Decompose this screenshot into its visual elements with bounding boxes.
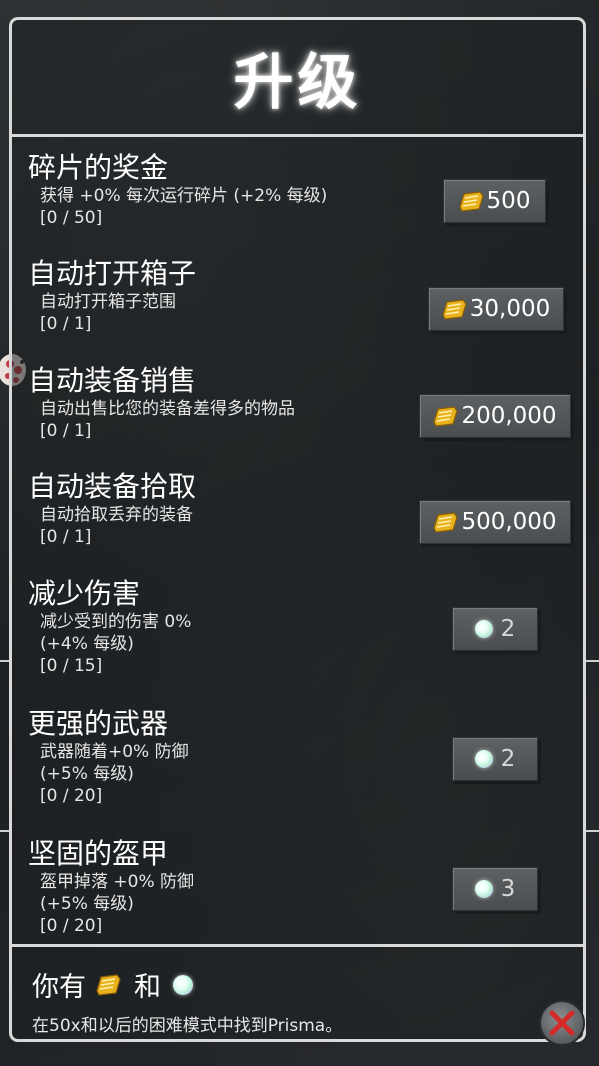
upgrade-cost: 500: [486, 188, 531, 214]
side-line-left-2: [0, 830, 9, 832]
upgrade-title: 自动打开箱子: [28, 257, 197, 290]
upgrade-cost: 2: [500, 746, 516, 772]
buy-upgrade-button[interactable]: 2: [452, 607, 538, 651]
buy-upgrade-button[interactable]: 500: [443, 179, 546, 223]
close-x-icon: [549, 1010, 575, 1036]
upgrade-title: 自动装备拾取: [28, 470, 197, 503]
shard-coin-icon: [458, 191, 484, 212]
prisma-gem-icon: [173, 974, 193, 995]
upgrade-cost: 200,000: [461, 403, 557, 429]
buy-upgrade-button[interactable]: 3: [452, 867, 538, 911]
prisma-gem-icon: [474, 880, 493, 898]
side-line-left-1: [0, 660, 9, 662]
buy-upgrade-button[interactable]: 30,000: [428, 287, 564, 331]
upgrade-panel: 升级 碎片的奖金 获得 +0% 每次运行碎片 (+2% 每级) [0 / 50] 50…: [9, 17, 586, 1046]
shard-coin-icon: [433, 512, 459, 533]
upgrade-cost: 500,000: [461, 509, 557, 535]
you-have-label: 你有: [32, 972, 86, 1003]
upgrade-cost: 3: [500, 876, 516, 902]
upgrade-title: 自动装备销售: [28, 364, 197, 397]
shard-coin-icon: [442, 299, 467, 320]
prisma-gem-icon: [474, 620, 493, 638]
shard-coin-icon: [433, 406, 459, 427]
upgrade-progress: [0 / 20]: [40, 916, 103, 936]
currency-summary: 你有 和: [32, 965, 201, 1004]
upgrade-progress: [0 / 15]: [40, 656, 103, 676]
upgrade-title: 减少伤害: [28, 577, 141, 610]
upgrade-list[interactable]: 碎片的奖金 获得 +0% 每次运行碎片 (+2% 每级) [0 / 50] 500 自动…: [12, 137, 583, 941]
upgrade-progress: [0 / 20]: [40, 786, 103, 806]
close-button[interactable]: [539, 1000, 585, 1046]
upgrade-cost: 30,000: [469, 296, 551, 322]
shard-coin-icon: [96, 973, 121, 996]
title-bar: 升级: [12, 20, 583, 137]
prisma-hint: 在50x和以后的困难模式中找到Prisma。: [32, 1016, 343, 1036]
upgrade-title: 坚固的盔甲: [28, 837, 169, 870]
page-title: 升级: [233, 47, 362, 118]
prisma-gem-icon: [474, 750, 493, 768]
side-line-right-2: [586, 830, 599, 832]
side-line-right-1: [586, 660, 599, 662]
upgrade-title: 更强的武器: [28, 707, 169, 740]
currency-footer: 你有 和 在50x和以后的困难模式中找到Prisma。: [12, 944, 585, 1046]
buy-upgrade-button[interactable]: 2: [452, 737, 538, 781]
buy-upgrade-button[interactable]: 200,000: [419, 394, 571, 438]
buy-upgrade-button[interactable]: 500,000: [419, 500, 571, 544]
upgrade-cost: 2: [500, 616, 516, 642]
and-label: 和: [134, 972, 161, 1003]
